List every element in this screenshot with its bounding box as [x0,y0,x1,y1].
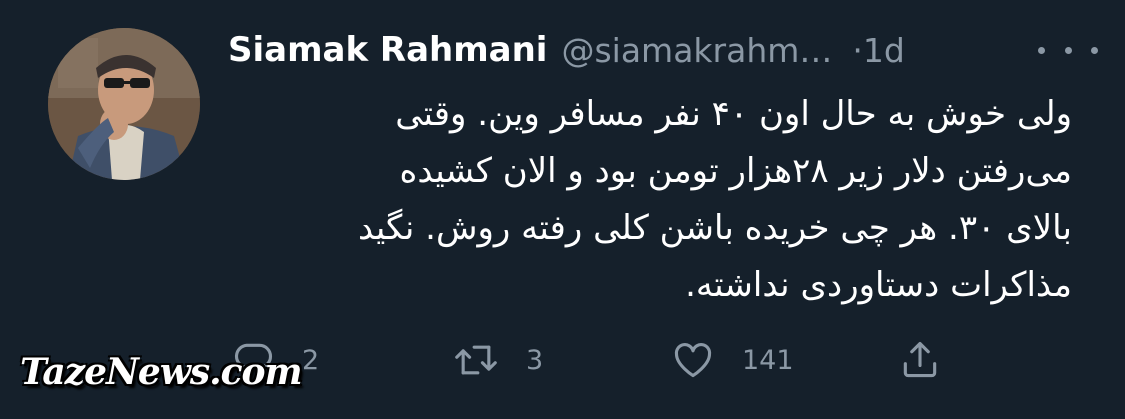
retweet-icon [455,345,497,375]
avatar-photo [48,28,200,180]
more-options-icon[interactable] [1038,34,1098,66]
tweet-text-line: بالای ۳۰. هر چی خریده باشن کلی رفته روش.… [357,208,1072,248]
tweet-text-line: می‌رفتن دلار زیر ۲۸هزار تومن بود و الان … [399,151,1072,191]
tweet-text-line: ولی خوش به حال اون ۴۰ نفر مسافر وین. وقت… [395,94,1072,134]
retweet-count: 3 [526,344,544,376]
watermark: TazeNews.com [20,351,303,393]
tweet-header: Siamak Rahmani @siamakrahm… ·1d [228,24,1098,76]
timestamp[interactable]: ·1d [852,31,904,70]
avatar[interactable] [48,28,200,180]
like-button[interactable]: 141 [670,334,794,386]
tweet-text-line: مذاکرات دستاوردی نداشته. [685,265,1072,305]
tweet[interactable]: Siamak Rahmani @siamakrahm… ·1d ولی خوش … [0,0,1125,419]
reply-count: 2 [302,344,320,376]
like-count: 141 [742,344,794,376]
tweet-text: ولی خوش به حال اون ۴۰ نفر مسافر وین. وقت… [222,86,1072,314]
share-icon [903,341,937,378]
heart-icon [674,343,712,378]
display-name[interactable]: Siamak Rahmani [228,30,547,70]
retweet-button[interactable]: 3 [452,334,543,386]
handle[interactable]: @siamakrahm… [561,31,832,70]
action-bar: 2 3 141 [226,334,946,386]
share-button[interactable] [898,334,942,386]
